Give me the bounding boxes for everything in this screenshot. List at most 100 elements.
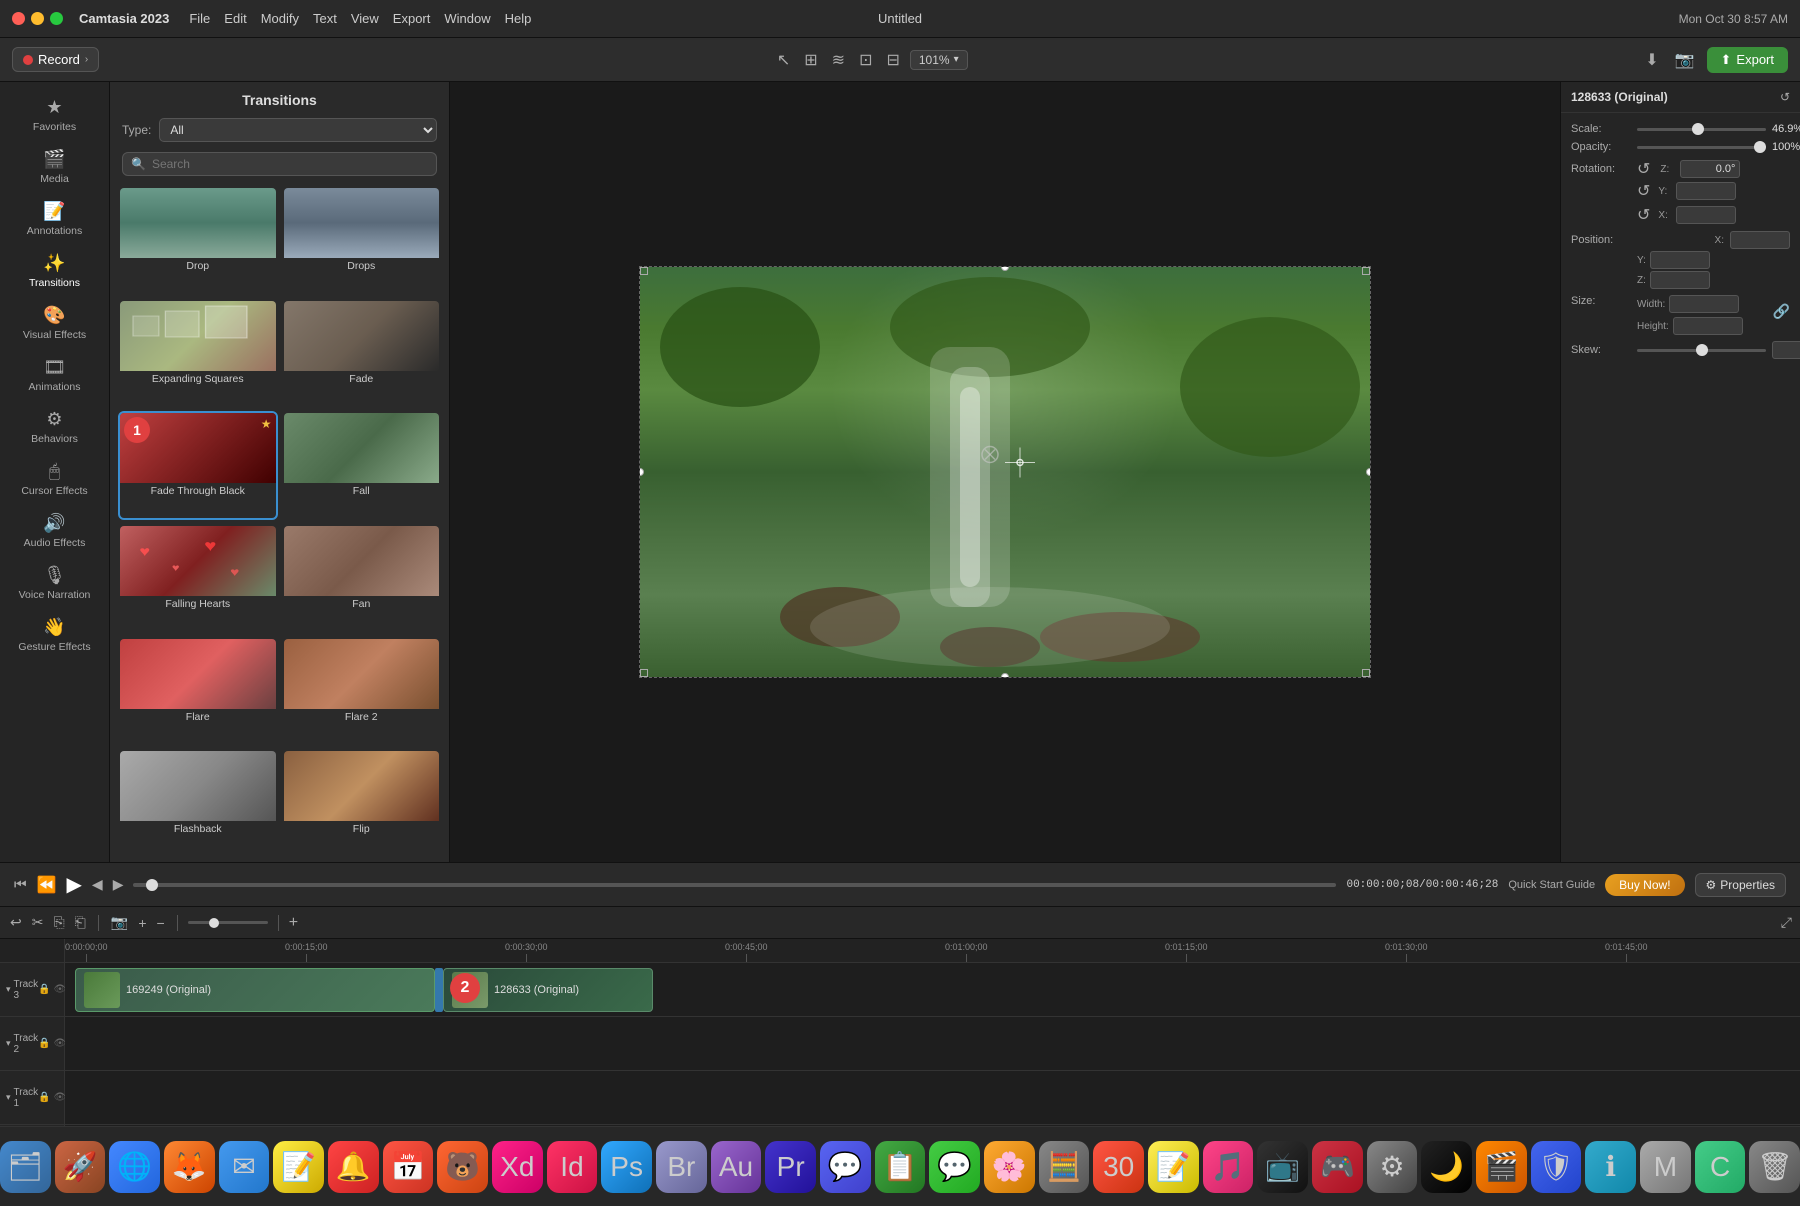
multi-select-icon[interactable]: ⊞	[800, 48, 821, 72]
nav-annotations[interactable]: 📝 Annotations	[7, 194, 103, 244]
search-input[interactable]	[152, 157, 428, 171]
properties-refresh-icon[interactable]: ↺	[1780, 90, 1790, 104]
menu-file[interactable]: File	[189, 11, 210, 26]
dock-launchpad[interactable]: 🚀	[55, 1141, 106, 1193]
dock-finder[interactable]: 🗂	[0, 1141, 51, 1193]
record-button[interactable]: Record ›	[12, 47, 99, 72]
height-input[interactable]: 1013.0	[1673, 317, 1743, 335]
paste-button[interactable]: ⎗	[73, 912, 88, 933]
nav-behaviors[interactable]: ⚙ Behaviors	[7, 402, 103, 452]
dock-bear[interactable]: 🐻	[437, 1141, 488, 1193]
expand-timeline-button[interactable]: ⤢	[1781, 914, 1792, 931]
dock-firefox[interactable]: 🦊	[164, 1141, 215, 1193]
camera-capture-button[interactable]: 📷	[109, 912, 130, 933]
dock-audition[interactable]: Au	[711, 1141, 762, 1193]
menu-help[interactable]: Help	[505, 11, 532, 26]
crop-icon[interactable]: ⊡	[855, 48, 876, 72]
prev-frame-button[interactable]: ◀	[92, 876, 103, 893]
nav-audio-effects[interactable]: 🔊 Audio Effects	[7, 506, 103, 556]
menu-modify[interactable]: Modify	[261, 11, 299, 26]
rotation-reset-icon[interactable]: ↺	[1637, 159, 1650, 179]
nav-transitions[interactable]: ✨ Transitions	[7, 246, 103, 296]
scale-slider[interactable]	[1637, 128, 1766, 131]
ripple-icon[interactable]: ≋	[828, 48, 849, 72]
play-button[interactable]: ▶	[67, 872, 82, 897]
zoom-indicator[interactable]: 101% ▾	[910, 50, 968, 70]
buy-now-button[interactable]: Buy Now!	[1605, 874, 1684, 896]
transition-expanding-squares[interactable]: Expanding Squares	[118, 299, 278, 408]
next-frame-button[interactable]: ▶	[113, 876, 124, 893]
dock-discord[interactable]: 💬	[820, 1141, 871, 1193]
dock-photoshop[interactable]: Ps	[601, 1141, 652, 1193]
handle-tl[interactable]	[640, 267, 648, 275]
nav-cursor-effects[interactable]: 🖱 Cursor Effects	[7, 454, 103, 504]
transition-fade[interactable]: Fade	[282, 299, 442, 408]
rotation-y-input[interactable]: 0.0°	[1676, 182, 1736, 200]
dock-nordvpn[interactable]: 🛡	[1531, 1141, 1582, 1193]
handle-right[interactable]	[1366, 468, 1370, 476]
undo-button[interactable]: ↩	[8, 912, 24, 933]
rotation-z-input[interactable]: 0.0°	[1680, 160, 1740, 178]
menu-export[interactable]: Export	[393, 11, 431, 26]
transition-drops[interactable]: Drops	[282, 186, 442, 295]
maximize-button[interactable]	[50, 12, 63, 25]
transition-flare[interactable]: Flare	[118, 637, 278, 746]
export-button[interactable]: ⬆ Export	[1707, 47, 1788, 73]
track1-lock-icon[interactable]: 🔒	[38, 1092, 50, 1103]
dock-messages[interactable]: 💬	[929, 1141, 980, 1193]
dock-reminders[interactable]: 🔔	[328, 1141, 379, 1193]
position-y-input[interactable]: 0.0	[1650, 251, 1710, 269]
download-icon[interactable]: ⬇	[1641, 48, 1662, 72]
rotation-x-input[interactable]: 0.0°	[1676, 206, 1736, 224]
handle-tr[interactable]	[1362, 267, 1370, 275]
quick-start-link[interactable]: Quick Start Guide	[1508, 879, 1595, 891]
rewind-button[interactable]: ⏮	[14, 876, 27, 893]
track2-lock-icon[interactable]: 🔒	[38, 1038, 50, 1049]
nav-media[interactable]: 🎬 Media	[7, 142, 103, 192]
dock-trash[interactable]: 🗑	[1749, 1141, 1800, 1193]
skew-slider[interactable]	[1637, 349, 1766, 352]
camera-icon[interactable]: 📷	[1671, 48, 1699, 72]
menu-view[interactable]: View	[351, 11, 379, 26]
menu-window[interactable]: Window	[444, 11, 490, 26]
timeline-scrubber[interactable]	[133, 883, 1336, 887]
scrub-thumb[interactable]	[146, 879, 158, 891]
nav-favorites[interactable]: ★ Favorites	[7, 90, 103, 140]
position-x-input[interactable]: 0.0	[1730, 231, 1790, 249]
dock-medium[interactable]: M	[1640, 1141, 1691, 1193]
transition-flip[interactable]: Flip	[282, 749, 442, 858]
handle-bottom[interactable]	[1001, 673, 1009, 677]
transition-flare2[interactable]: Flare 2	[282, 637, 442, 746]
nav-animations[interactable]: 🎞 Animations	[7, 350, 103, 400]
dock-appletv[interactable]: 📺	[1257, 1141, 1308, 1193]
canvas-frame[interactable]	[639, 266, 1371, 678]
dock-mediainfo[interactable]: ℹ	[1585, 1141, 1636, 1193]
transition-fan[interactable]: Fan	[282, 524, 442, 633]
remove-marker-button[interactable]: −	[155, 913, 167, 933]
dock-fantastical[interactable]: 📅	[383, 1141, 434, 1193]
dock-premiere[interactable]: Pr	[765, 1141, 816, 1193]
add-marker-button[interactable]: +	[136, 913, 148, 933]
dock-notes[interactable]: 📝	[273, 1141, 324, 1193]
dock-camtasia[interactable]: C	[1695, 1141, 1746, 1193]
skew-value[interactable]: 0	[1772, 341, 1800, 359]
timeline-zoom-slider[interactable]	[188, 921, 268, 924]
copy-button[interactable]: ⎘	[51, 912, 66, 933]
handle-br[interactable]	[1362, 669, 1370, 677]
dock-settings[interactable]: ⚙	[1367, 1141, 1418, 1193]
transition-falling-hearts[interactable]: ♥ ♥ ♥ ♥ Falling Hearts	[118, 524, 278, 633]
transition-fall[interactable]: Fall	[282, 411, 442, 520]
close-button[interactable]	[12, 12, 25, 25]
scrub-track[interactable]	[133, 883, 1336, 887]
cut-button[interactable]: ✂	[30, 912, 46, 933]
transition-fade-through-black[interactable]: 1 ★ Fade Through Black	[118, 411, 278, 520]
dock-bridge[interactable]: Br	[656, 1141, 707, 1193]
dock-safari[interactable]: 🌐	[109, 1141, 160, 1193]
track1-expand-icon[interactable]: ▾	[6, 1092, 11, 1103]
clip-169249[interactable]: 169249 (Original)	[75, 968, 435, 1012]
transition-marker-1[interactable]	[435, 968, 443, 1012]
dock-xd[interactable]: Xd	[492, 1141, 543, 1193]
add-track-button[interactable]: +	[289, 914, 298, 932]
rotation-y-reset-icon[interactable]: ↺	[1637, 181, 1650, 201]
menu-edit[interactable]: Edit	[224, 11, 246, 26]
